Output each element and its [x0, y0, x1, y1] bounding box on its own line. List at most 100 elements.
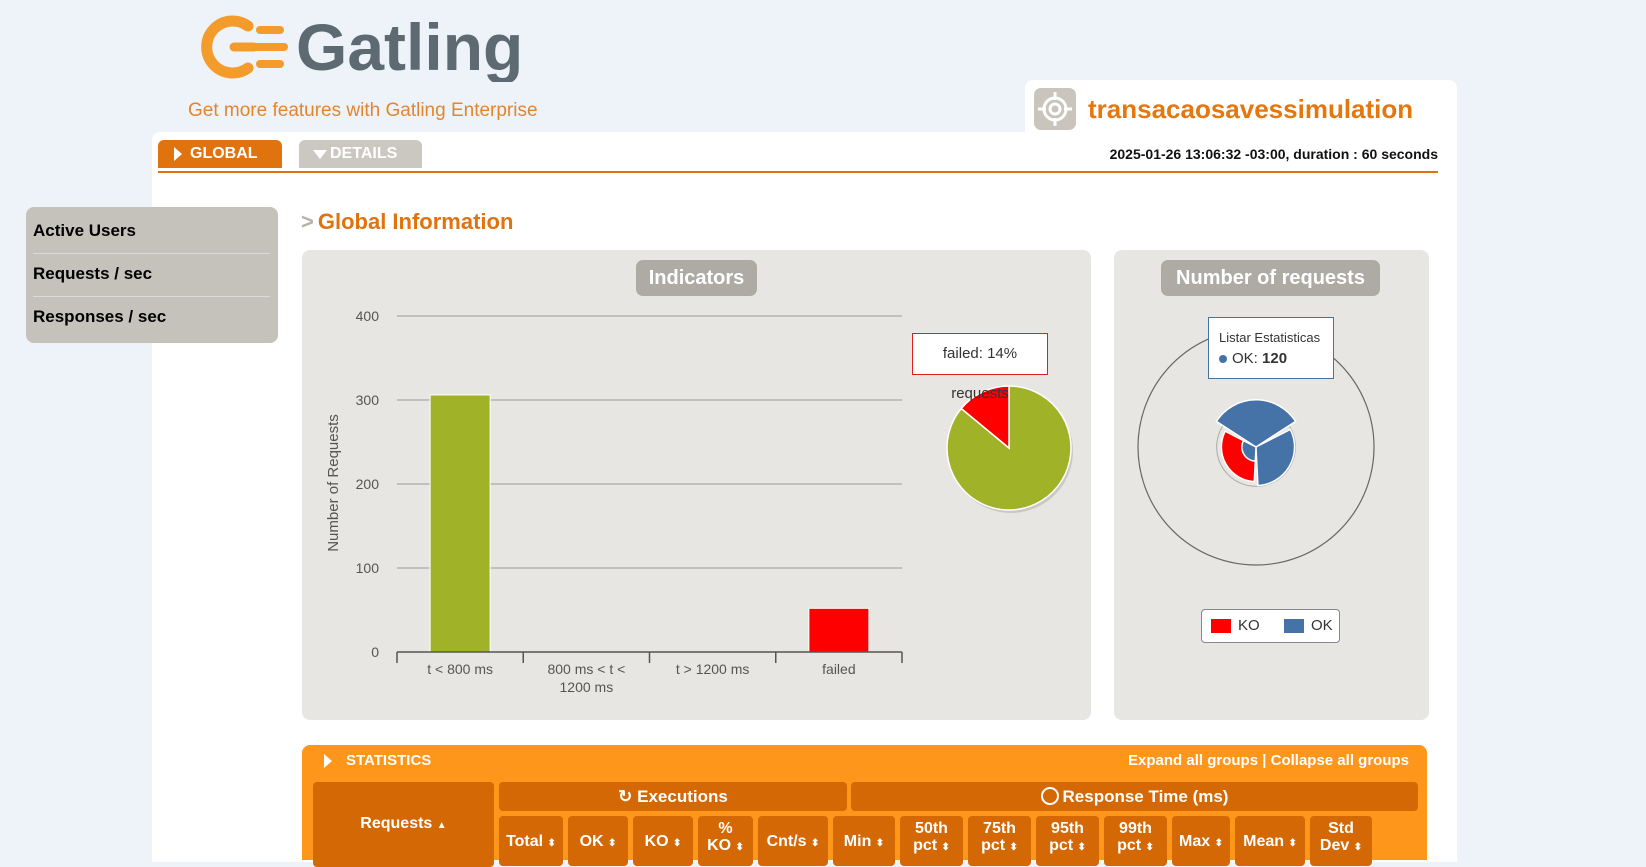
column-header-line1: % — [718, 820, 733, 837]
sort-icon: ⬍ — [735, 842, 744, 853]
collapse-all-link[interactable]: Collapse all groups — [1271, 752, 1409, 769]
sort-up-icon: ▲ — [436, 820, 447, 831]
x-tick-label: t < 800 ms — [427, 661, 493, 677]
column-header-max[interactable]: Max ⬍ — [1172, 816, 1230, 866]
section-marker: > — [301, 209, 314, 234]
sidebar-item-active-users[interactable]: Active Users — [33, 221, 270, 241]
links-separator: | — [1258, 752, 1271, 769]
column-header-line1: Min ⬍ — [843, 833, 885, 850]
legend-ko[interactable]: KO — [1238, 617, 1260, 634]
column-header-99th[interactable]: 99th pct ⬍ — [1104, 816, 1167, 866]
ok-swatch — [1284, 619, 1304, 633]
sidebar-item-responses-sec[interactable]: Responses / sec — [33, 307, 270, 327]
triangle-right-icon — [174, 147, 182, 161]
target-icon — [1034, 88, 1076, 130]
column-header-line1: Std — [1328, 820, 1354, 837]
sort-icon: ⬍ — [875, 838, 885, 849]
column-header-line2: pct ⬍ — [913, 837, 950, 854]
statistics-title[interactable]: STATISTICS — [346, 752, 431, 769]
triangle-down-icon — [313, 150, 327, 159]
response-time-header-label: Response Time (ms) — [1062, 787, 1229, 806]
x-tick-label: t > 1200 ms — [676, 661, 750, 677]
tab-global[interactable]: GLOBAL — [158, 140, 282, 168]
column-header-line2: pct ⬍ — [981, 837, 1018, 854]
y-tick-label: 200 — [356, 476, 380, 492]
column-header-line1: Max ⬍ — [1179, 833, 1223, 850]
column-header-line2: pct ⬍ — [1117, 837, 1154, 854]
tooltip-title: Listar Estatisticas — [1219, 330, 1321, 345]
section-title-text: Global Information — [317, 209, 514, 234]
tooltip-value-row: OK: 120 — [1219, 350, 1323, 367]
tab-global-label: GLOBAL — [190, 145, 258, 162]
column-header-line2: Dev ⬍ — [1319, 837, 1363, 854]
sort-icon: ⬍ — [608, 838, 617, 849]
ok-tooltip: Listar Estatisticas OK: 120 — [1208, 317, 1334, 379]
sort-icon: ⬍ — [547, 838, 556, 849]
tab-details[interactable]: DETAILS — [299, 140, 422, 168]
column-header-line1: KO ⬍ — [644, 833, 682, 850]
tab-divider — [158, 171, 1438, 173]
sort-icon: ⬍ — [1145, 842, 1154, 853]
requests-header-label: Requests — [360, 815, 433, 832]
logo-wordmark: Gatling — [296, 12, 523, 82]
executions-header: ↻ Executions — [499, 782, 847, 811]
sidebar-item-requests-sec[interactable]: Requests / sec — [33, 264, 270, 284]
column-header-cnt-s[interactable]: Cnt/s ⬍ — [758, 816, 828, 866]
section-title: > Global Information — [301, 209, 513, 235]
sort-icon: ⬍ — [1009, 842, 1018, 853]
column-header-75th[interactable]: 75th pct ⬍ — [968, 816, 1031, 866]
tab-details-label: DETAILS — [330, 145, 398, 162]
column-header-[interactable]: % KO ⬍ — [698, 816, 753, 866]
y-axis-title: Number of Requests — [325, 414, 342, 552]
requests-legend: KO OK — [1201, 609, 1340, 643]
column-header-std[interactable]: Std Dev ⬍ — [1310, 816, 1372, 866]
column-header-total[interactable]: Total ⬍ — [499, 816, 563, 866]
enterprise-link[interactable]: Get more features with Gatling Enterpris… — [188, 100, 538, 122]
tooltip-value: 120 — [1262, 350, 1288, 367]
response-time-header: Response Time (ms) — [851, 782, 1418, 811]
requests-column-header[interactable]: Requests ▲ — [313, 782, 494, 867]
column-header-ok[interactable]: OK ⬍ — [568, 816, 628, 866]
column-header-line1: OK ⬍ — [579, 833, 617, 850]
expand-all-link[interactable]: Expand all groups — [1128, 752, 1258, 769]
bar — [808, 607, 870, 653]
column-header-line1: Cnt/s ⬍ — [766, 833, 820, 850]
column-header-line1: 75th — [983, 820, 1016, 837]
column-header-line1: Total ⬍ — [506, 833, 556, 850]
bar — [429, 394, 491, 653]
sort-icon: ⬍ — [1214, 838, 1223, 849]
column-header-mean[interactable]: Mean ⬍ — [1235, 816, 1305, 866]
column-header-line1: 99th — [1119, 820, 1152, 837]
column-header-50th[interactable]: 50th pct ⬍ — [900, 816, 963, 866]
y-tick-label: 400 — [356, 308, 380, 324]
sort-icon: ⬍ — [673, 838, 682, 849]
sidebar-menu: Active Users Requests / sec Responses / … — [26, 207, 278, 343]
indicators-chart: 0 100 200 300 400 t < 800 ms 800 ms < t < 1200 … — [325, 308, 1073, 695]
column-header-95th[interactable]: 95th pct ⬍ — [1036, 816, 1099, 866]
refresh-icon: ↻ — [618, 787, 633, 806]
y-tick-label: 300 — [356, 392, 380, 408]
column-header-line1: Mean ⬍ — [1243, 833, 1297, 850]
column-header-line1: 50th — [915, 820, 948, 837]
sort-icon: ⬍ — [1077, 842, 1086, 853]
sort-icon: ⬍ — [941, 842, 950, 853]
sidebar-divider — [33, 296, 270, 297]
group-links: Expand all groups | Collapse all groups — [1128, 752, 1409, 769]
x-tick-label: failed — [822, 661, 855, 677]
logo-mark-icon — [201, 15, 288, 79]
column-header-line2: pct ⬍ — [1049, 837, 1086, 854]
statistics-panel: STATISTICS Expand all groups | Collapse … — [302, 745, 1427, 867]
sort-icon: ⬍ — [811, 838, 820, 849]
run-info: 2025-01-26 13:06:32 -03:00, duration : 6… — [1109, 146, 1438, 162]
sidebar-divider — [33, 253, 270, 254]
legend-ok[interactable]: OK — [1311, 617, 1333, 634]
ok-dot-icon — [1219, 355, 1227, 363]
column-header-min[interactable]: Min ⬍ — [833, 816, 895, 866]
sort-icon: ⬍ — [1353, 842, 1363, 853]
tooltip-series: OK: — [1232, 350, 1263, 367]
gatling-logo: Gatling — [201, 12, 523, 82]
simulation-header: transacaosavessimulation — [1025, 80, 1457, 136]
column-header-ko[interactable]: KO ⬍ — [633, 816, 693, 866]
y-tick-label: 0 — [371, 644, 379, 660]
triangle-right-icon — [324, 754, 332, 768]
